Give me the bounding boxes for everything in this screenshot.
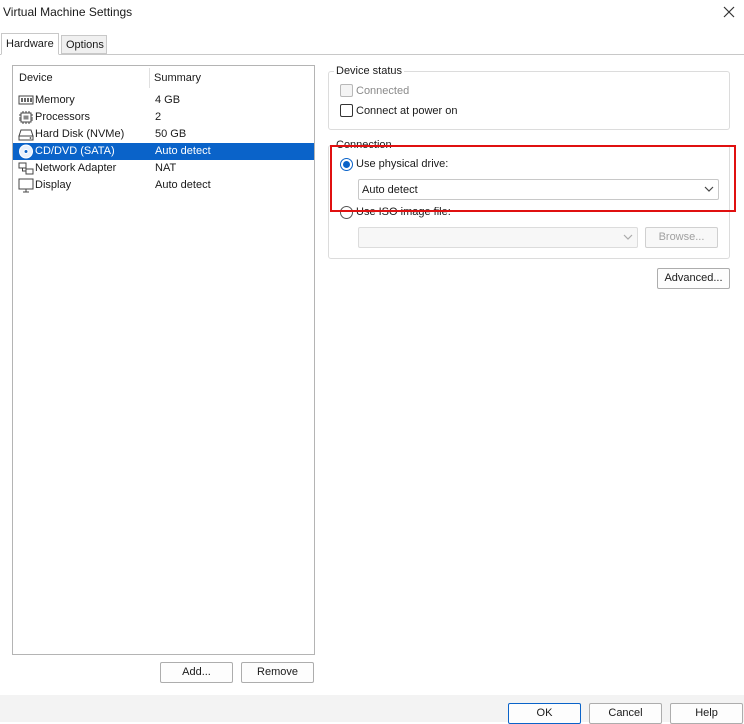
display-icon <box>18 178 34 193</box>
connected-label: Connected <box>356 85 410 97</box>
connected-checkbox[interactable] <box>340 84 353 97</box>
device-summary: Auto detect <box>155 145 211 157</box>
physical-drive-value: Auto detect <box>362 184 418 196</box>
browse-button[interactable]: Browse... <box>645 227 718 248</box>
device-name: Hard Disk (NVMe) <box>35 128 125 140</box>
chevron-down-icon <box>703 183 715 195</box>
memory-icon <box>18 93 34 108</box>
device-row-memory[interactable]: Memory 4 GB <box>13 92 314 109</box>
use-physical-drive-radio[interactable] <box>340 158 353 171</box>
ok-button[interactable]: OK <box>508 703 581 724</box>
tab-strip: Hardware Options <box>0 33 744 55</box>
device-summary: Auto detect <box>155 179 211 191</box>
device-summary: 4 GB <box>155 94 181 106</box>
device-list[interactable]: Device Summary Memory 4 GB Processors 2 … <box>12 65 315 655</box>
column-separator[interactable] <box>149 68 150 88</box>
hard-disk-icon <box>18 127 34 142</box>
device-status-title: Device status <box>334 65 405 77</box>
use-iso-image-radio[interactable] <box>340 206 353 219</box>
remove-button[interactable]: Remove <box>241 662 314 683</box>
window-title: Virtual Machine Settings <box>3 5 133 19</box>
column-header-device[interactable]: Device <box>19 72 53 84</box>
device-name: Memory <box>35 94 75 106</box>
network-adapter-icon <box>18 161 34 176</box>
device-row-hard-disk[interactable]: Hard Disk (NVMe) 50 GB <box>13 126 314 143</box>
device-row-processors[interactable]: Processors 2 <box>13 109 314 126</box>
device-summary: 2 <box>155 111 162 123</box>
close-icon[interactable] <box>718 2 740 22</box>
device-name: CD/DVD (SATA) <box>35 145 115 157</box>
device-row-network-adapter[interactable]: Network Adapter NAT <box>13 160 314 177</box>
tab-hardware[interactable]: Hardware <box>1 33 59 55</box>
help-button[interactable]: Help <box>670 703 743 724</box>
connect-at-power-on-label: Connect at power on <box>356 105 458 117</box>
device-name: Network Adapter <box>35 162 117 174</box>
use-iso-image-label: Use ISO image file: <box>356 206 451 218</box>
processor-icon <box>18 110 34 125</box>
iso-image-path-combo[interactable] <box>358 227 638 248</box>
cd-dvd-icon <box>18 144 34 159</box>
device-row-cd-dvd[interactable]: CD/DVD (SATA) Auto detect <box>13 143 314 160</box>
device-summary: NAT <box>155 162 177 174</box>
device-name: Display <box>35 179 72 191</box>
add-button[interactable]: Add... <box>160 662 233 683</box>
use-physical-drive-label: Use physical drive: <box>356 158 449 170</box>
column-header-summary[interactable]: Summary <box>154 72 201 84</box>
device-row-display[interactable]: Display Auto detect <box>13 177 314 194</box>
connect-at-power-on-checkbox[interactable] <box>340 104 353 117</box>
advanced-button[interactable]: Advanced... <box>657 268 730 289</box>
tab-options[interactable]: Options <box>61 35 107 54</box>
device-name: Processors <box>35 111 91 123</box>
device-summary: 50 GB <box>155 128 187 140</box>
connection-title: Connection <box>334 139 394 151</box>
physical-drive-dropdown[interactable]: Auto detect <box>358 179 719 200</box>
chevron-down-icon <box>622 231 634 243</box>
title-bar: Virtual Machine Settings <box>0 0 744 28</box>
device-list-header: Device Summary <box>13 66 314 88</box>
cancel-button[interactable]: Cancel <box>589 703 662 724</box>
device-status-group <box>328 71 730 130</box>
